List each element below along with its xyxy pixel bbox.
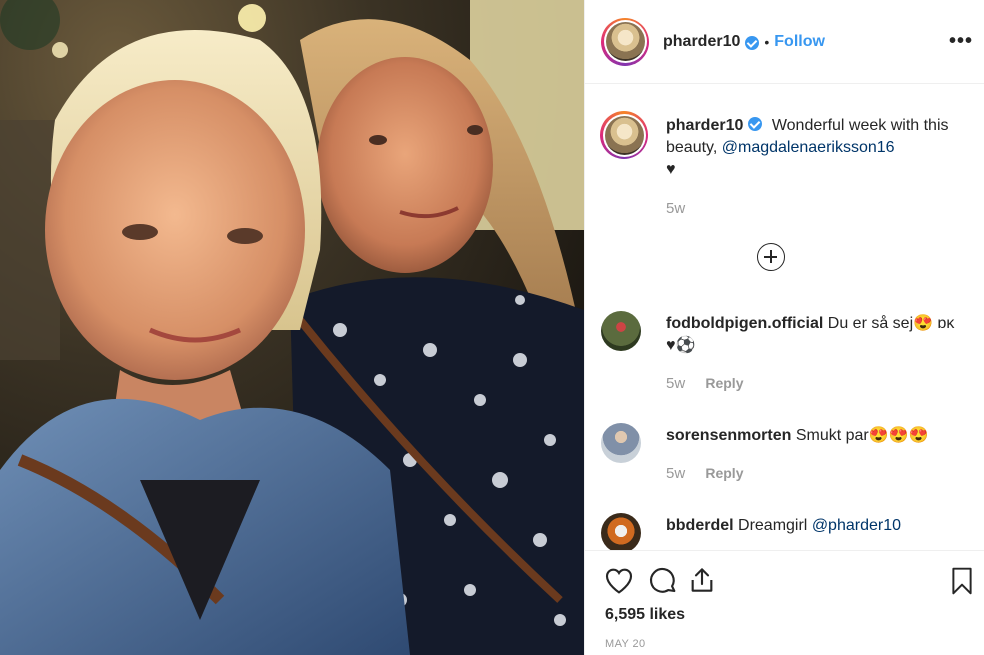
follow-button[interactable]: Follow xyxy=(774,33,825,51)
comment-username[interactable]: bbderdel xyxy=(666,517,734,534)
comment-meta: 5w Reply xyxy=(666,375,743,392)
separator-dot: • xyxy=(764,33,770,50)
verified-badge-icon xyxy=(745,35,760,50)
author-avatar[interactable] xyxy=(601,17,649,66)
post-photo[interactable] xyxy=(0,0,584,655)
heart-emoji: ♥ xyxy=(666,161,676,178)
comment-body: Du er så sej😍 ɒĸ xyxy=(827,315,955,332)
author-username[interactable]: pharder10 xyxy=(663,33,740,51)
comment-time[interactable]: 5w xyxy=(666,465,685,482)
selfie-image xyxy=(0,0,584,655)
caption-avatar[interactable] xyxy=(600,111,648,159)
comment-text: bbderdel Dreamgirl @pharder10 xyxy=(666,515,976,537)
comment-meta: 5w Reply xyxy=(666,465,743,482)
share-icon[interactable] xyxy=(686,564,718,596)
verified-badge-icon xyxy=(748,117,763,131)
comment-text: sorensenmorten Smukt par😍😍😍 xyxy=(666,425,976,447)
caption-time[interactable]: 5w xyxy=(666,200,685,217)
action-bar: 6,595 likes MAY 20 xyxy=(585,550,984,655)
commenter-avatar[interactable] xyxy=(601,423,641,463)
comment-username[interactable]: fodboldpigen.official xyxy=(666,315,823,332)
comment-body: Dreamgirl xyxy=(738,517,808,534)
caption-text: pharder10 Wonderful week with this beaut… xyxy=(666,115,976,181)
bookmark-icon[interactable] xyxy=(947,565,977,597)
plus-circle-icon[interactable] xyxy=(757,243,785,271)
post-header: pharder10 • Follow ••• xyxy=(585,0,984,84)
comment-bubble-icon[interactable] xyxy=(647,565,679,597)
reply-button[interactable]: Reply xyxy=(705,375,743,391)
comment-time[interactable]: 5w xyxy=(666,375,685,392)
caption-mention[interactable]: @magdalenaeriksson16 xyxy=(722,139,895,156)
more-options-icon[interactable]: ••• xyxy=(949,30,973,53)
commenter-avatar[interactable] xyxy=(601,513,641,550)
post-date[interactable]: MAY 20 xyxy=(605,638,646,650)
heart-icon[interactable] xyxy=(603,565,635,597)
post-sidebar: pharder10 • Follow ••• pharder10 Wonderf… xyxy=(584,0,984,655)
caption-username[interactable]: pharder10 xyxy=(666,117,743,134)
comment-body: Smukt par😍😍😍 xyxy=(795,427,929,444)
comment-username[interactable]: sorensenmorten xyxy=(666,427,791,444)
instagram-post: pharder10 • Follow ••• pharder10 Wonderf… xyxy=(0,0,984,655)
comment-emoji: ♥⚽ xyxy=(666,337,696,354)
comments-section[interactable]: pharder10 Wonderful week with this beaut… xyxy=(585,85,984,550)
commenter-avatar[interactable] xyxy=(601,311,641,351)
reply-button[interactable]: Reply xyxy=(705,465,743,481)
comment-mention[interactable]: @pharder10 xyxy=(812,517,901,534)
comment-text: fodboldpigen.official Du er så sej😍 ɒĸ ♥… xyxy=(666,313,976,357)
likes-count[interactable]: 6,595 likes xyxy=(605,606,685,624)
